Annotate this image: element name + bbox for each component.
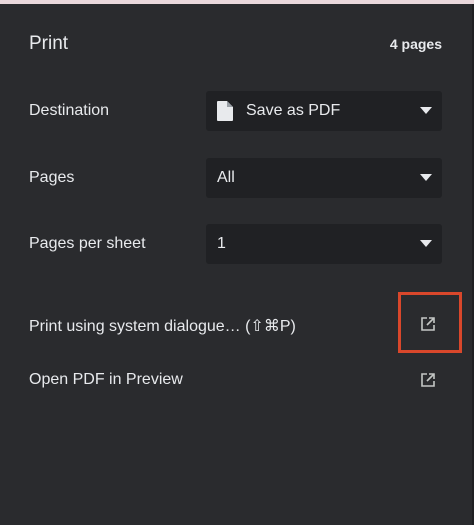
print-title: Print xyxy=(29,33,69,54)
open-external-icon[interactable] xyxy=(420,372,436,388)
page-count: 4 pages xyxy=(389,36,442,52)
pages-value: All xyxy=(217,169,235,186)
print-panel xyxy=(0,4,474,525)
pages-label: Pages xyxy=(29,169,75,186)
destination-select[interactable]: Save as PDF xyxy=(206,91,442,131)
pages-select[interactable]: All xyxy=(206,158,442,198)
chevron-down-icon xyxy=(420,107,432,114)
chevron-down-icon xyxy=(420,240,432,247)
document-icon xyxy=(217,101,233,121)
pages-per-sheet-label: Pages per sheet xyxy=(29,235,146,252)
chevron-down-icon xyxy=(420,174,432,181)
system-dialogue-link[interactable]: Print using system dialogue… (⇧⌘P) xyxy=(29,316,296,336)
open-external-icon[interactable] xyxy=(420,316,436,332)
destination-value: Save as PDF xyxy=(246,102,341,119)
open-pdf-preview-link[interactable]: Open PDF in Preview xyxy=(29,371,183,389)
destination-label: Destination xyxy=(29,102,110,119)
pages-per-sheet-value: 1 xyxy=(217,235,226,252)
pages-per-sheet-select[interactable]: 1 xyxy=(206,224,442,264)
